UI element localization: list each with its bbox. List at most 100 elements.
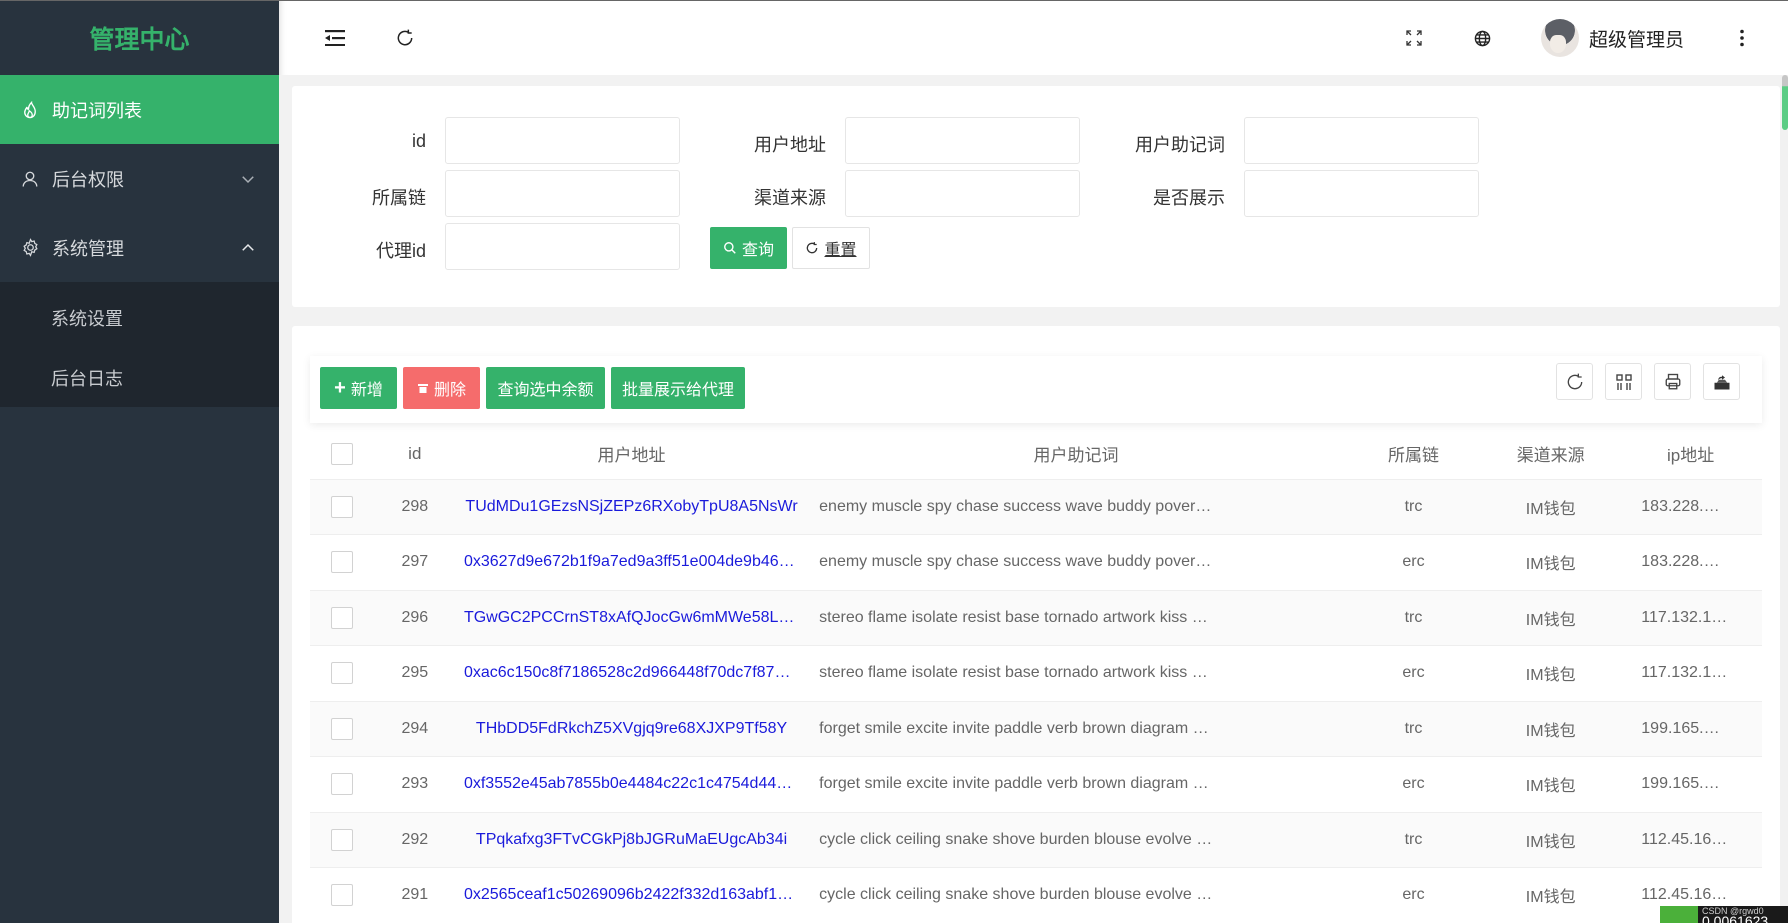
cell-address[interactable]: 0xf3552e45ab7855b0e4484c22c1c4754d444e3e… <box>455 756 808 813</box>
cell-address[interactable]: TGwGC2PCCrnST8xAfQJocGw6mMWe58LgSr <box>455 590 808 646</box>
row-checkbox[interactable] <box>330 551 353 574</box>
sidebar-item-label: 后台权限 <box>52 169 124 190</box>
agent-id-input[interactable] <box>445 223 680 270</box>
cell-chain: erc <box>1344 756 1483 813</box>
sidebar-item-label: 系统管理 <box>52 238 124 259</box>
cell-mnemonic: enemy muscle spy chase success wave budd… <box>807 479 1345 535</box>
batch-show-agent-button[interactable]: 批量展示给代理 <box>611 367 745 409</box>
table-row[interactable]: 297 0x3627d9e672b1f9a7ed9a3ff51e004de9b46… <box>310 534 1762 591</box>
cell-address[interactable]: 0xac6c150c8f7186528c2d966448f70dc7f87b59… <box>455 645 808 702</box>
user-name: 超级管理员 <box>1589 29 1685 51</box>
column-header-id[interactable]: id <box>373 429 456 480</box>
refresh-icon[interactable] <box>1556 363 1593 400</box>
cell-mnemonic: forget smile excite invite paddle verb b… <box>807 756 1345 813</box>
delete-button-label: 删除 <box>433 382 466 399</box>
fullscreen-icon[interactable] <box>1400 24 1428 52</box>
table-row[interactable]: 294 THbDD5FdRkchZ5XVgjq9re68XJXP9Tf58Y for… <box>310 701 1762 757</box>
chain-input[interactable] <box>445 170 680 217</box>
query-button[interactable]: 查询 <box>710 227 787 269</box>
sidebar-subitem-backend-log[interactable]: 后台日志 <box>0 348 279 407</box>
refresh-icon <box>805 241 819 255</box>
delete-button[interactable]: 删除 <box>403 367 480 409</box>
table-row[interactable]: 298 TUdMDu1GEzsNSjZEPz6RXobyTpU8A5NsWr ene… <box>310 479 1762 535</box>
print-icon[interactable] <box>1654 363 1691 400</box>
fire-icon <box>20 100 40 120</box>
select-all-cell <box>310 429 374 480</box>
row-select-cell <box>310 812 374 868</box>
user-menu[interactable]: 超级管理员 <box>1541 17 1684 59</box>
user-mnemonic-input[interactable] <box>1244 117 1479 164</box>
table-header-row: id 用户地址 用户助记词 所属链 渠道来源 ip地址 <box>310 429 1762 480</box>
id-input[interactable] <box>445 117 680 164</box>
cell-id: 291 <box>373 867 456 923</box>
row-select-cell <box>310 756 374 813</box>
table-row[interactable]: 295 0xac6c150c8f7186528c2d966448f70dc7f87… <box>310 645 1762 702</box>
sidebar-item-system-management[interactable]: 系统管理 <box>0 213 279 282</box>
cell-channel: IM钱包 <box>1482 590 1620 646</box>
is-shown-input[interactable] <box>1244 170 1479 217</box>
page-scrollbar-thumb[interactable] <box>1782 75 1788 130</box>
row-checkbox[interactable] <box>330 606 353 629</box>
refresh-icon[interactable] <box>391 24 419 52</box>
add-button-label: 新增 <box>350 382 383 399</box>
cell-ip: 183.228.… <box>1619 479 1762 535</box>
sidebar-item-mnemonic-list[interactable]: 助记词列表 <box>0 75 279 144</box>
menu-fold-icon[interactable] <box>321 24 349 52</box>
sidebar-subitem-system-settings[interactable]: 系统设置 <box>0 282 279 348</box>
chain-label: 所属链 <box>372 188 426 208</box>
cell-address[interactable]: 0x2565ceaf1c50269096b2422f332d163abf153e… <box>455 867 808 923</box>
row-checkbox[interactable] <box>330 717 353 740</box>
query-balance-button[interactable]: 查询选中余额 <box>486 367 605 409</box>
export-icon[interactable] <box>1703 363 1740 400</box>
channel-label: 渠道来源 <box>754 188 826 208</box>
plus-icon: + <box>334 376 346 399</box>
row-checkbox[interactable] <box>330 662 353 685</box>
cell-chain: erc <box>1344 867 1483 923</box>
row-select-cell <box>310 701 374 757</box>
system-management-submenu: 系统设置 后台日志 <box>0 282 279 407</box>
cell-channel: IM钱包 <box>1482 479 1620 535</box>
table-row[interactable]: 296 TGwGC2PCCrnST8xAfQJocGw6mMWe58LgSr ste… <box>310 590 1762 646</box>
user-address-input[interactable] <box>845 117 1080 164</box>
table-row[interactable]: 291 0x2565ceaf1c50269096b2422f332d163abf1… <box>310 867 1762 923</box>
row-checkbox[interactable] <box>330 884 353 907</box>
window-top-border <box>0 0 1788 1</box>
row-checkbox[interactable] <box>330 495 353 518</box>
column-header-channel[interactable]: 渠道来源 <box>1482 429 1620 480</box>
row-select-cell <box>310 534 374 591</box>
row-checkbox[interactable] <box>330 828 353 851</box>
row-select-cell <box>310 645 374 702</box>
reset-button[interactable]: 重置 <box>792 227 870 269</box>
cell-address[interactable]: THbDD5FdRkchZ5XVgjq9re68XJXP9Tf58Y <box>455 701 808 757</box>
cell-address[interactable]: TPqkafxg3FTvCGkPj8bJGRuMaEUgcAb34i <box>455 812 808 868</box>
sidebar-item-backend-permissions[interactable]: 后台权限 <box>0 144 279 213</box>
cell-id: 292 <box>373 812 456 868</box>
data-table-card: + 新增 删除 查询选中余额 批量展示给代理 id 用户地址 用户助记词 所属链… <box>292 326 1780 923</box>
column-header-mnemonic[interactable]: 用户助记词 <box>807 429 1345 480</box>
cell-mnemonic: stereo flame isolate resist base tornado… <box>807 645 1345 702</box>
table-row[interactable]: 293 0xf3552e45ab7855b0e4484c22c1c4754d444… <box>310 756 1762 813</box>
search-icon <box>723 241 737 255</box>
column-header-chain[interactable]: 所属链 <box>1344 429 1483 480</box>
cell-address[interactable]: TUdMDu1GEzsNSjZEPz6RXobyTpU8A5NsWr <box>455 479 808 535</box>
add-button[interactable]: + 新增 <box>320 367 397 409</box>
column-header-ip[interactable]: ip地址 <box>1619 429 1762 480</box>
more-vertical-icon[interactable] <box>1728 24 1756 52</box>
select-all-checkbox[interactable] <box>330 442 353 465</box>
globe-icon[interactable] <box>1468 24 1496 52</box>
id-label: id <box>411 131 426 151</box>
cell-id: 295 <box>373 645 456 702</box>
channel-input[interactable] <box>845 170 1080 217</box>
agent-id-label: 代理id <box>375 241 426 261</box>
cell-mnemonic: stereo flame isolate resist base tornado… <box>807 590 1345 646</box>
cell-channel: IM钱包 <box>1482 701 1620 757</box>
columns-icon[interactable] <box>1605 363 1642 400</box>
page-scrollbar[interactable] <box>1780 75 1788 923</box>
table-row[interactable]: 292 TPqkafxg3FTvCGkPj8bJGRuMaEUgcAb34i cyc… <box>310 812 1762 868</box>
floating-badge: CSDN @rgwd0 0.0061623 <box>1660 906 1788 923</box>
cell-address[interactable]: 0x3627d9e672b1f9a7ed9a3ff51e004de9b46397… <box>455 534 808 591</box>
cell-ip: 199.165.… <box>1619 701 1762 757</box>
column-header-address[interactable]: 用户地址 <box>455 429 808 480</box>
cell-mnemonic: enemy muscle spy chase success wave budd… <box>807 534 1345 591</box>
row-checkbox[interactable] <box>330 773 353 796</box>
